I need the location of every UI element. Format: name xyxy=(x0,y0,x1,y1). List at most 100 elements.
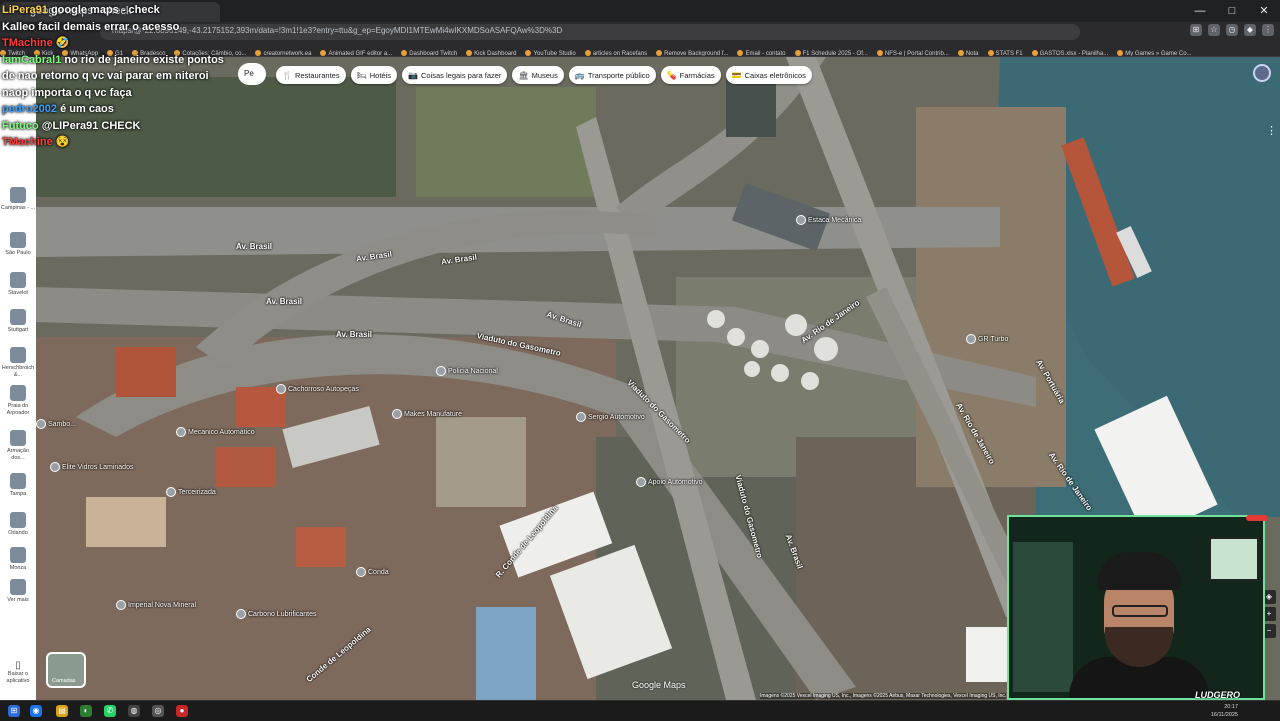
recorder-icon[interactable]: ● xyxy=(176,705,188,717)
bookmark-item[interactable]: Dashboard Twitch xyxy=(401,47,457,56)
rail-item[interactable]: Campinas - ... xyxy=(0,187,36,212)
poi-marker[interactable]: Apoio Automotivo xyxy=(636,477,702,487)
poi-label: Mecanico Automático xyxy=(188,428,255,436)
bookmark-item[interactable]: Nota xyxy=(957,47,979,56)
bookmark-item[interactable]: NFS-e | Portal Contrib... xyxy=(876,47,949,56)
rail-item[interactable]: Stavelot xyxy=(0,272,36,297)
poi-label: Carbono Lubrificantes xyxy=(248,610,317,618)
poi-marker[interactable]: Elite Vidros Laminados xyxy=(50,462,133,472)
chip-2[interactable]: 🛏 Hotéis xyxy=(350,66,397,84)
poi-marker[interactable]: GR Turbo xyxy=(966,334,1008,344)
chip-3[interactable]: 📷 Coisas legais para fazer xyxy=(402,66,508,84)
poi-label: Sambo... xyxy=(48,420,77,428)
poi-marker[interactable]: Policia Nacional xyxy=(436,366,498,376)
google-apps-icon[interactable]: ⋮⋮ xyxy=(1266,124,1280,137)
live-badge xyxy=(1246,515,1268,521)
account-avatar[interactable] xyxy=(1253,64,1271,82)
chip-icon: 🚌 xyxy=(574,70,585,80)
chip-icon: 📷 xyxy=(408,70,418,80)
chat-text: é um caos xyxy=(60,103,114,115)
chat-message: Kalleo facil demais errar o acesso xyxy=(2,19,232,36)
poi-marker[interactable]: Cachorroso Autopeças xyxy=(276,384,359,394)
rail-item-label: Armação dos... xyxy=(6,448,29,461)
poi-label: Policia Nacional xyxy=(448,367,498,375)
extension-icon[interactable]: ◆ xyxy=(1244,24,1256,36)
poi-label: Imperial Nova Mineral xyxy=(128,601,197,609)
chat-text: @LIPera91 CHECK xyxy=(41,119,141,132)
rail-item[interactable]: Stuttgart xyxy=(0,309,36,334)
poi-label: Estaca Mecânica xyxy=(808,216,862,224)
poi-marker[interactable]: Mecanico Automático xyxy=(176,427,255,437)
map-pin-icon xyxy=(966,334,976,344)
rail-item[interactable]: Armação dos... xyxy=(0,430,36,462)
star-icon[interactable]: ☆ xyxy=(1208,24,1220,36)
poi-marker[interactable]: Makes Manufature xyxy=(392,409,462,419)
system-clock[interactable]: 20:17 16/11/2025 xyxy=(1211,703,1238,719)
bookmark-item[interactable]: YouTube Studio xyxy=(525,47,576,56)
road-label: Av. Brasil xyxy=(336,330,373,339)
rail-item[interactable]: Tampa xyxy=(0,473,36,498)
menu-icon[interactable]: ⋮ xyxy=(1262,24,1274,36)
address-bar[interactable]: maps/@-22.8896149,-43.2175152,393m/data=… xyxy=(100,24,1080,40)
history-icon[interactable]: ◷ xyxy=(1226,24,1238,36)
close-window-button[interactable]: ✕ xyxy=(1248,0,1280,22)
search-input[interactable]: Pe xyxy=(238,63,266,85)
maximize-button[interactable]: □ xyxy=(1216,0,1248,22)
rail-item[interactable]: São Paulo xyxy=(0,232,36,257)
bookmark-item[interactable]: creatornetwork.ea xyxy=(255,47,311,56)
whatsapp-icon[interactable]: ✆ xyxy=(104,705,116,717)
bookmark-item[interactable]: My Games » Game Co... xyxy=(1117,47,1192,56)
poi-marker[interactable]: Sergio Automotivo xyxy=(576,412,645,422)
bookmark-item[interactable]: STATS F1 xyxy=(987,47,1023,56)
app-icon[interactable]: ◐ xyxy=(80,705,92,717)
poi-marker[interactable]: Estaca Mecânica xyxy=(796,215,861,225)
translate-icon[interactable]: ⊞ xyxy=(1190,24,1202,36)
chip-6[interactable]: 💊 Farmácias xyxy=(660,66,721,84)
window-controls: — □ ✕ xyxy=(1184,0,1280,22)
bookmark-item[interactable]: articles on Racefans xyxy=(584,47,647,56)
rail-item-label: Herschbroich &... xyxy=(1,365,35,378)
poi-marker[interactable]: Terceirizada xyxy=(166,487,216,497)
bookmark-item[interactable]: Kick Dashboard xyxy=(466,47,516,56)
minimize-button[interactable]: — xyxy=(1184,0,1216,22)
rail-item[interactable]: Monza xyxy=(0,547,36,572)
chip-4[interactable]: 🏛 Museus xyxy=(512,66,564,84)
chat-message: Futuco @LIPera91 CHECK xyxy=(2,118,232,135)
bookmark-item[interactable]: Animated GIF editor a... xyxy=(320,47,392,56)
map-pin-icon xyxy=(392,409,402,419)
folder-icon[interactable]: ▤ xyxy=(56,705,68,717)
download-app-label: Baixar o aplicativo xyxy=(6,671,30,684)
bookmark-item[interactable]: F1 Schedule 2025 - Of... xyxy=(794,47,868,56)
rail-item[interactable]: Praia do Arpoador xyxy=(0,385,36,417)
poi-label: GR Turbo xyxy=(978,335,1009,343)
start-icon[interactable]: ⊞ xyxy=(8,705,20,717)
place-thumbnail xyxy=(10,473,26,489)
rail-item[interactable]: Ver mais xyxy=(0,579,36,604)
poi-marker[interactable]: Imperial Nova Mineral xyxy=(116,600,196,610)
discord-icon[interactable]: ◍ xyxy=(128,705,140,717)
poi-marker[interactable]: Sambo... xyxy=(36,419,76,429)
stream-chat-overlay: LiPera91 google maps - check Kalleo facil… xyxy=(2,2,232,151)
poi-label: Cachorroso Autopeças xyxy=(288,385,359,393)
bookmark-item[interactable]: Remove Background f... xyxy=(656,47,728,56)
chat-text: facil demais errar o acesso xyxy=(38,20,180,33)
chip-5[interactable]: 🚌 Transporte público xyxy=(568,66,656,84)
obs-icon[interactable]: ◎ xyxy=(152,705,164,717)
chip-1[interactable]: 🍴 Restaurantes xyxy=(276,66,346,84)
chrome-icon[interactable]: ◉ xyxy=(30,705,42,717)
bookmark-item[interactable]: GASTOS.xlsx - Planilha... xyxy=(1031,47,1108,56)
rail-item[interactable]: Orlando xyxy=(0,512,36,537)
poi-label: Sergio Automotivo xyxy=(588,413,645,421)
poi-marker[interactable]: Carbono Lubrificantes xyxy=(236,609,317,619)
rail-item[interactable]: Herschbroich &... xyxy=(0,347,36,379)
chip-7[interactable]: 💳 Caixas eletrônicos xyxy=(725,66,812,84)
bookmark-item[interactable]: Email - contato xyxy=(737,47,786,56)
poi-label: Apoio Automotivo xyxy=(648,478,703,486)
place-thumbnail xyxy=(10,547,26,563)
poi-marker[interactable]: Conda xyxy=(356,567,389,577)
map-pin-icon xyxy=(796,215,806,225)
chip-label: Caixas eletrônicos xyxy=(744,70,806,80)
download-app-link[interactable]: ▯ Baixar o aplicativo xyxy=(0,660,36,685)
layers-button[interactable]: Camadas xyxy=(46,652,86,688)
bookmark-favicon-icon xyxy=(320,50,327,56)
